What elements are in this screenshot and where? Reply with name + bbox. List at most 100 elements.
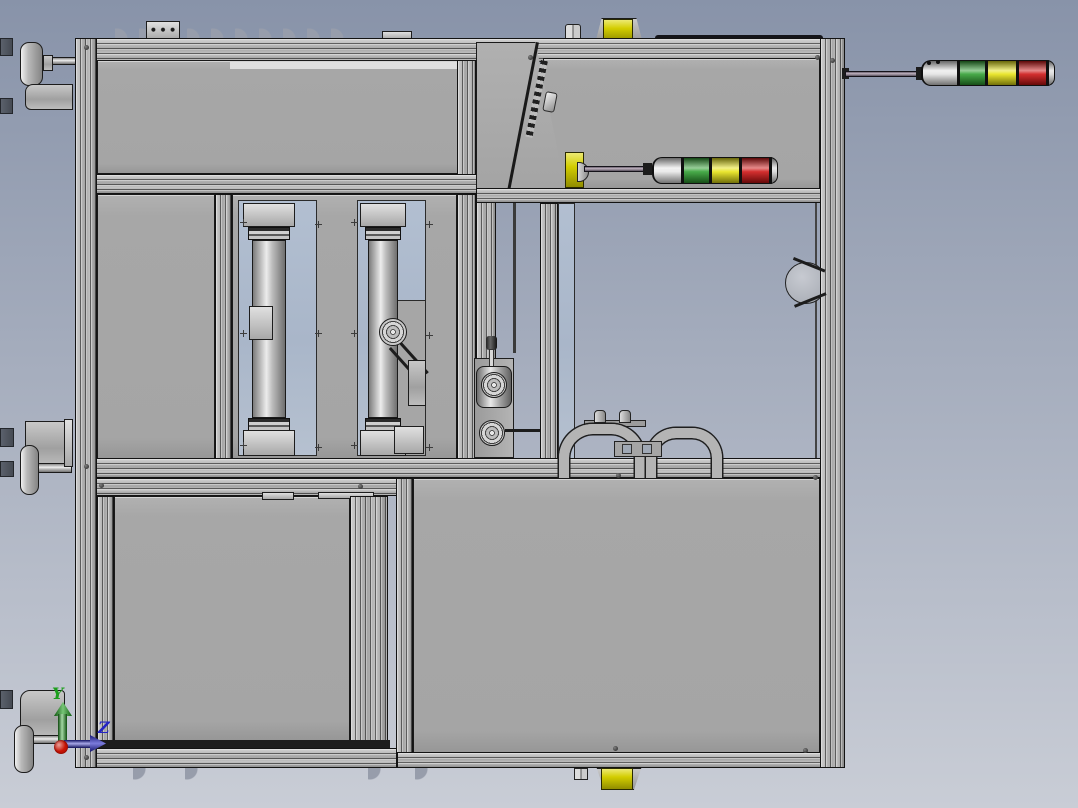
cylinder-pair [574,768,588,780]
arch-cylinder [594,410,606,423]
panel-slot-highlight [230,62,458,69]
slide-side-bracket [408,360,426,406]
origin-point[interactable] [54,740,68,754]
bay-glass-strip [558,203,575,460]
screw-mark [426,332,433,339]
edge-component [0,428,14,447]
screw-mark [240,330,247,337]
stack-light-middle[interactable] [560,148,782,190]
base-screw [927,61,931,65]
upper-left-panel[interactable] [97,60,459,174]
screw [813,475,818,480]
arch-cylinder [619,410,631,423]
screw [803,748,808,753]
slide-carriage-block [249,306,273,340]
edge-component [0,38,13,56]
z-axis-label: Z [98,718,110,737]
flange-disc [20,445,39,495]
cad-viewport[interactable]: Y Z [0,0,1078,808]
bay-post[interactable] [540,203,558,460]
mid-rail-left[interactable] [75,174,490,194]
lower-post[interactable] [396,478,413,760]
stack-light-base [652,157,682,184]
frame-left-column[interactable] [75,38,97,768]
bottom-fin [415,768,431,781]
stack-light-segment-red [1017,60,1047,86]
belt-rod-line [505,429,540,432]
screw [99,483,104,488]
slide-top-cap [248,227,290,240]
slide-unit-right[interactable] [360,203,430,456]
edge-component [0,461,14,477]
screw-mark [351,442,358,449]
flange-bracket [25,84,73,110]
stack-light-right[interactable] [840,55,1060,91]
slide-top-cap [365,227,401,240]
screw-mark [315,330,322,337]
screw [815,55,820,60]
screw [84,464,89,469]
stack-light-segment-yellow [986,60,1017,86]
frame-right-column[interactable] [820,38,845,768]
slide-top-plate [360,203,406,227]
base-screw [936,60,940,64]
stack-light-fitting [643,163,652,175]
lower-post-group[interactable] [350,496,388,748]
slide-unit-left[interactable] [243,203,295,456]
screw-mark [315,221,322,228]
vertical-extrusion[interactable] [215,194,232,460]
stack-light-pole [845,71,922,77]
top-tab-plate [262,492,294,500]
lower-right-panel[interactable] [413,478,820,754]
screw [528,55,533,60]
stack-light-segment-green [958,60,986,86]
bottom-rail-right[interactable] [397,752,845,768]
stack-light-segment-green [682,157,710,184]
flange-disc [20,42,43,86]
mid-bottom-rail[interactable] [75,458,845,478]
arch-notch [642,444,652,454]
bottom-fin [185,768,201,781]
y-axis-label: Y [52,684,64,703]
slide-bottom-plate [243,430,295,456]
stack-light-segment-red [740,157,770,184]
slide-top-plate [243,203,295,227]
flange-plate [64,419,73,467]
screw [84,45,89,50]
pipe-flange-fitting-middle[interactable] [18,415,76,500]
slide-detail-block [394,426,424,454]
valve-knob[interactable] [486,336,497,350]
edge-component [0,98,13,114]
screw-mark [351,330,358,337]
valve-stem [489,349,494,367]
screw [616,473,621,478]
screw [358,484,363,489]
mid-left-panel[interactable] [97,194,215,460]
screw-mark [315,444,322,451]
z-axis-shaft[interactable] [64,740,92,748]
screw-mark [426,221,433,228]
thin-post [513,203,516,353]
lower-left-panel[interactable] [114,496,350,742]
screw-mark [240,442,247,449]
screw [830,58,835,63]
pipe-flange-fitting-top[interactable] [18,38,80,110]
bottom-fin [133,768,147,781]
flange-disc [14,725,34,773]
stack-light-segment-yellow [710,157,740,184]
z-axis-arrow[interactable] [90,735,106,752]
flange-hub [43,55,53,71]
bottom-fin [368,768,386,781]
screw [613,746,618,751]
lifting-lug-bottom[interactable] [601,768,633,790]
mid-rail-right[interactable] [476,188,845,203]
column-inner-line [815,203,817,458]
origin-triad[interactable]: Y Z [40,666,130,766]
motor-pulley [479,420,505,446]
stack-light-end-cap [770,157,778,184]
stack-light-end-cap [1047,60,1055,86]
pulley-wheel [379,318,407,346]
screw-mark [351,219,358,226]
motor-bore [481,372,507,398]
screw-mark [426,444,433,451]
